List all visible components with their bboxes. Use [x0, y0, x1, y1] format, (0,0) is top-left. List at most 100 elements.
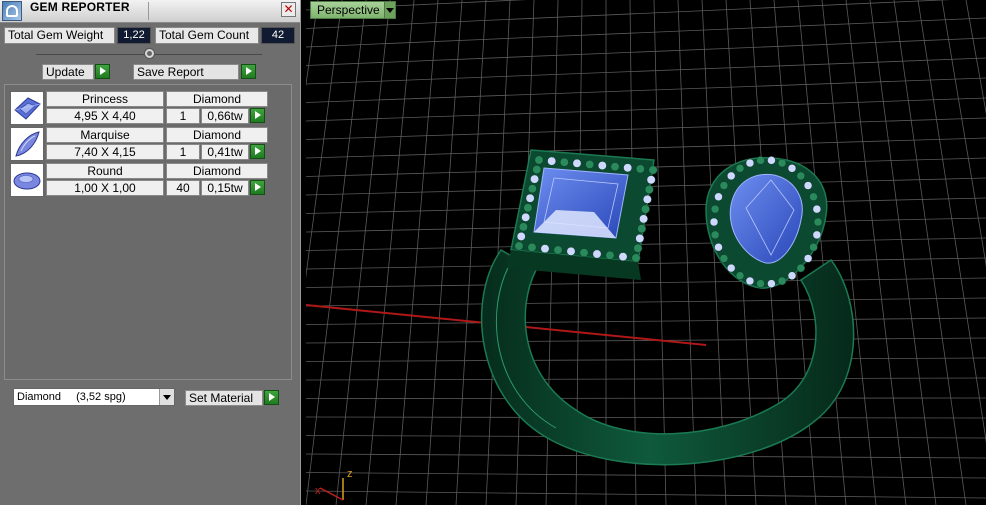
- halo-bead: [803, 181, 813, 190]
- grid-line: [306, 0, 528, 11]
- halo-bead: [635, 233, 645, 243]
- halo-bead: [735, 164, 745, 173]
- halo-bead: [639, 214, 649, 224]
- total-gem-weight-value: 1,22: [117, 27, 151, 44]
- grid-line: [306, 0, 319, 88]
- halo-bead: [605, 250, 615, 260]
- grid-line: [306, 377, 986, 381]
- halo-bead: [710, 230, 720, 240]
- update-button[interactable]: Update: [42, 64, 94, 80]
- grid-line: [653, 0, 667, 505]
- halo-bead: [527, 184, 537, 194]
- grid-line: [306, 277, 986, 288]
- halo-bead: [777, 158, 787, 168]
- set-material-play-icon[interactable]: [264, 390, 279, 405]
- save-report-play-icon[interactable]: [241, 64, 256, 79]
- marquise-setting: [705, 156, 828, 289]
- marquise-gem-icon: [10, 127, 44, 161]
- gem-row-round[interactable]: Round Diamond 1,00 X 1,00 40 0,15tw: [10, 163, 270, 197]
- grid-line: [306, 117, 986, 140]
- halo-bead: [640, 204, 650, 214]
- gem-row-action-icon[interactable]: [250, 144, 265, 159]
- grid-line: [306, 297, 986, 307]
- gem-weight: 0,66tw: [201, 108, 249, 124]
- halo-bead: [644, 185, 654, 195]
- ground-grid: [306, 0, 986, 505]
- title-bar: GEM REPORTER ✕: [0, 0, 300, 23]
- splitter-handle[interactable]: [144, 48, 155, 59]
- halo-bead: [714, 242, 723, 252]
- halo-bead: [572, 158, 582, 168]
- halo-bead: [809, 242, 818, 252]
- close-icon[interactable]: ✕: [281, 2, 296, 17]
- halo-bead: [527, 242, 537, 252]
- halo-bead: [610, 162, 620, 172]
- round-gem-icon: [10, 163, 44, 197]
- halo-bead: [646, 175, 656, 185]
- grid-line: [306, 0, 367, 505]
- halo-bead: [534, 155, 544, 165]
- gem-material-name: Diamond: [166, 163, 268, 179]
- halo-bead: [719, 254, 729, 263]
- grid-line: [869, 0, 937, 505]
- halo-bead: [637, 224, 647, 234]
- material-dropdown-density: (3,52 spg): [76, 391, 126, 403]
- grid-line: [306, 77, 986, 103]
- material-dropdown[interactable]: Diamond (3,52 spg): [13, 388, 175, 406]
- halo-bead: [530, 174, 540, 184]
- halo-bead: [809, 192, 818, 202]
- halo-bead: [719, 181, 729, 190]
- update-play-icon[interactable]: [95, 64, 110, 79]
- halo-bead: [726, 171, 736, 181]
- halo-bead: [787, 271, 797, 280]
- halo-bead: [642, 194, 652, 204]
- halo-bead: [767, 156, 776, 165]
- halo-bead: [521, 212, 531, 222]
- gem-cut-name: Marquise: [46, 127, 164, 143]
- halo-bead: [726, 263, 736, 273]
- grid-line: [821, 0, 877, 505]
- halo-bead: [559, 157, 569, 167]
- title-divider: [148, 2, 149, 20]
- chevron-down-icon[interactable]: [159, 389, 174, 405]
- grid-line: [306, 490, 986, 499]
- halo-bead: [516, 231, 526, 241]
- scene-canvas[interactable]: z x: [306, 0, 986, 505]
- halo-bead: [618, 252, 628, 262]
- app-logo-icon: [2, 1, 22, 21]
- halo-bead: [579, 248, 589, 258]
- grid-line: [306, 416, 986, 419]
- total-gem-count-label: Total Gem Count: [155, 27, 259, 44]
- halo-bead: [756, 279, 765, 288]
- gem-row-action-icon[interactable]: [250, 180, 265, 195]
- princess-gem-icon: [10, 91, 44, 125]
- grid-line: [306, 17, 986, 48]
- grid-line: [306, 257, 986, 270]
- halo-bead: [585, 159, 595, 169]
- gem-weight: 0,41tw: [201, 144, 249, 160]
- gem-row-marquise[interactable]: Marquise Diamond 7,40 X 4,15 1 0,41tw: [10, 127, 270, 161]
- save-report-button[interactable]: Save Report: [133, 64, 239, 80]
- gem-row-action-icon[interactable]: [250, 108, 265, 123]
- grid-line: [965, 0, 986, 115]
- gem-size: 1,00 X 1,00: [46, 180, 164, 196]
- set-material-button[interactable]: Set Material: [185, 390, 263, 406]
- halo-bead: [735, 271, 745, 280]
- grid-line: [306, 0, 951, 29]
- halo-bead: [592, 249, 602, 259]
- grid-line: [306, 472, 986, 479]
- grid-line: [306, 0, 343, 279]
- chevron-down-icon[interactable]: [384, 1, 396, 19]
- halo-bead: [633, 243, 643, 253]
- viewport-3d[interactable]: z x Perspective: [306, 0, 986, 505]
- halo-bead: [745, 158, 755, 168]
- halo-bead: [756, 156, 765, 165]
- gem-quantity: 1: [166, 108, 200, 124]
- gem-row-princess[interactable]: Princess Diamond 4,95 X 4,40 1 0,66tw: [10, 91, 270, 125]
- halo-bead: [566, 246, 576, 256]
- material-dropdown-name: Diamond: [17, 391, 62, 403]
- halo-bead: [710, 204, 720, 214]
- gem-material-name: Diamond: [166, 91, 268, 107]
- axis-z-label: z: [347, 468, 353, 480]
- halo-bead: [525, 193, 535, 203]
